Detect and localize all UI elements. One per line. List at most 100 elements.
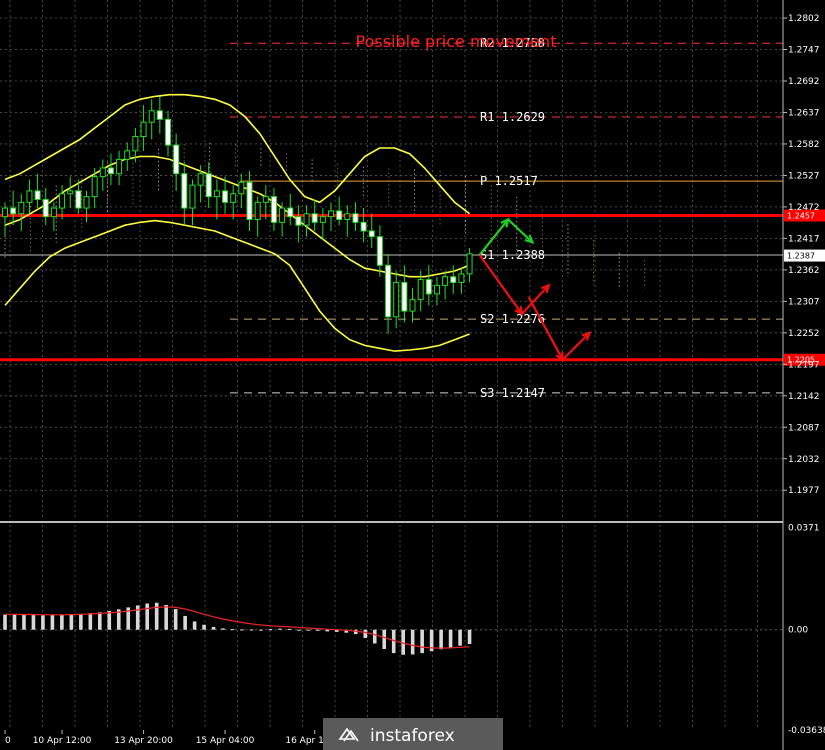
histogram-bar — [467, 629, 472, 645]
candle-body — [165, 118, 171, 146]
candle-body — [458, 273, 465, 283]
histogram-bar — [230, 629, 235, 631]
candle-body — [189, 184, 196, 209]
histogram-bar — [3, 614, 7, 630]
candle-body — [75, 190, 82, 209]
histogram-bar — [183, 615, 187, 630]
histogram-bar — [372, 629, 377, 644]
oscillator-tick-label: 0.00 — [788, 626, 808, 636]
candle-body — [91, 176, 98, 198]
histogram-bar — [60, 614, 64, 630]
level-label-s1: S1 1.2388 — [480, 248, 545, 262]
histogram-bar — [268, 629, 273, 631]
price-tick-label: 1.2417 — [788, 234, 820, 244]
oscillator-tick-label: 0.0371 — [788, 523, 820, 533]
candle-body — [107, 167, 114, 175]
candle-body — [425, 279, 432, 295]
candle-body — [148, 110, 155, 123]
candle-body — [246, 181, 253, 221]
candle-body — [238, 181, 245, 195]
histogram-bar — [12, 614, 17, 630]
current-price-text: 1.2387 — [787, 252, 815, 261]
candle-body — [466, 253, 473, 275]
candle-body — [433, 284, 440, 295]
level-label-s3: S3 1.2147 — [480, 386, 545, 400]
candle-body — [401, 281, 408, 312]
candle-body — [59, 193, 66, 209]
histogram-bar — [306, 629, 311, 631]
price-chart[interactable]: R2 1.2758R1 1.2629P 1.25171.2457S1 1.238… — [0, 0, 825, 750]
candle-body — [10, 207, 17, 215]
histogram-bar — [353, 629, 358, 635]
histogram-bar — [31, 615, 36, 630]
candle-body — [99, 167, 106, 178]
candle-body — [270, 196, 277, 223]
candle-body — [376, 236, 383, 266]
price-tick-label: 1.2252 — [788, 329, 820, 339]
histogram-bar — [278, 628, 282, 630]
histogram-bar — [211, 626, 216, 630]
price-tick-label: 1.2362 — [788, 266, 820, 276]
candle-body — [417, 279, 424, 301]
candle-body — [173, 144, 180, 175]
candle-body — [262, 196, 269, 203]
candle-body — [311, 213, 318, 223]
oscillator-tick-label: -0.03638 — [788, 726, 825, 736]
histogram-bar — [448, 629, 453, 648]
chart-title: Possible price movement — [356, 32, 557, 51]
candle-body — [230, 193, 237, 203]
candle-body — [140, 121, 147, 138]
histogram-bar — [410, 629, 415, 655]
candle-body — [213, 190, 220, 198]
price-tick-label: 1.2747 — [788, 46, 820, 56]
histogram-bar — [297, 629, 301, 631]
level-label-p: P 1.2517 — [480, 174, 538, 188]
candle-body — [26, 190, 33, 203]
candle-body — [83, 196, 90, 209]
candle-body — [124, 150, 131, 160]
histogram-bar — [382, 629, 387, 649]
instaforex-logo: instaforex — [323, 718, 503, 750]
bollinger-bands — [4, 93, 471, 352]
candle-body — [116, 158, 123, 175]
candle-body — [368, 230, 375, 238]
time-tick-label: 13 Apr 20:00 — [114, 736, 173, 746]
histogram-bar — [145, 603, 150, 630]
price-tick-label: 1.2197 — [788, 360, 820, 370]
price-tick-label: 1.2582 — [788, 140, 820, 150]
candle-body — [279, 207, 286, 223]
candle-body — [18, 201, 25, 215]
histogram-bar — [41, 615, 45, 630]
histogram-bar — [88, 613, 93, 630]
candle-body — [254, 201, 261, 221]
histogram-bar — [192, 621, 197, 630]
candle-body — [34, 190, 41, 200]
price-tick-label: 1.2142 — [788, 392, 820, 402]
histogram-bar — [164, 604, 168, 630]
histogram-bar — [135, 605, 140, 630]
price-tick-label: 1.2307 — [788, 297, 820, 307]
forecast-path-1 — [478, 254, 550, 316]
candle-body — [181, 173, 188, 209]
histogram-bar — [240, 629, 244, 631]
histogram-bar — [221, 628, 225, 630]
price-tick-label: 1.2087 — [788, 423, 820, 433]
price-tick-label: 1.2692 — [788, 77, 820, 87]
candle-body — [442, 276, 449, 286]
histogram-bar — [316, 629, 320, 631]
candle-body — [197, 173, 204, 186]
candle-body — [450, 276, 457, 283]
candle-body — [360, 221, 367, 232]
logo-text: instaforex — [370, 726, 455, 746]
forecast-arrows — [478, 217, 592, 362]
candle-body — [409, 299, 416, 312]
level-label-s2: S2 1.2276 — [480, 312, 545, 326]
candle-body — [222, 190, 229, 203]
histogram-bar — [420, 629, 424, 654]
histogram-bar — [22, 614, 26, 630]
histogram-bar — [79, 613, 83, 630]
price-tick-label: 1.2802 — [788, 14, 820, 24]
candle-body — [344, 213, 351, 221]
level-label-r1: R1 1.2629 — [480, 110, 545, 124]
time-tick-label: 10 Apr 12:00 — [33, 736, 92, 746]
